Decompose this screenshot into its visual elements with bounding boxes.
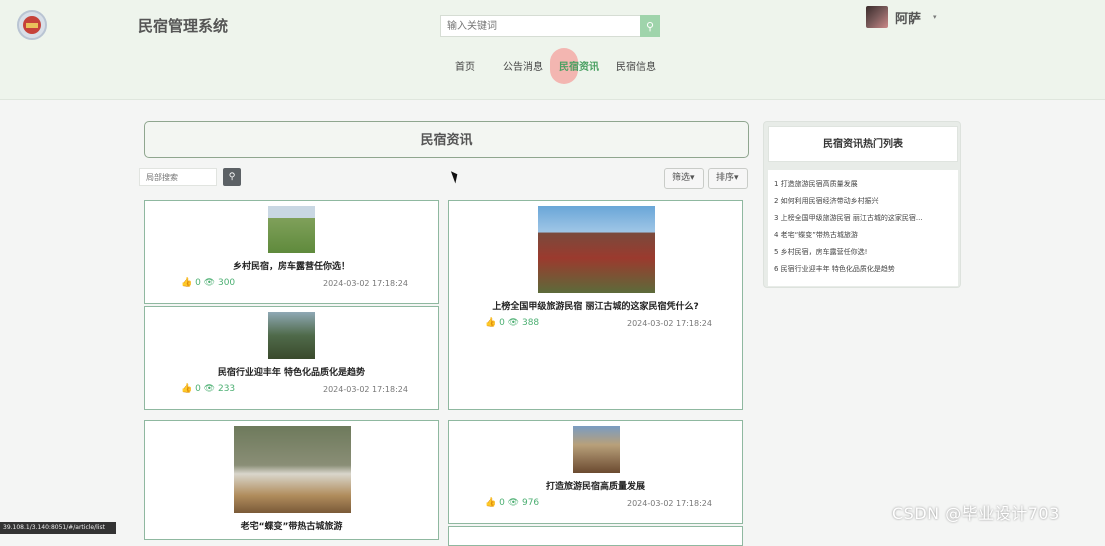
like-count: 0 [195, 384, 201, 394]
article-card[interactable]: 乡村民宿，房车露营任你选！ 👍 0 👁 300 2024-03-02 17:18… [144, 200, 439, 304]
status-bar-url: 39.108.1/3.140:8051/#/article/list [0, 522, 116, 534]
view-count: 233 [217, 384, 236, 394]
article-image[interactable] [538, 206, 655, 293]
page-title: 民宿资讯 [144, 121, 749, 158]
like-count: 0 [195, 278, 201, 288]
article-title[interactable]: 上榜全国甲级旅游民宿 丽江古城的这家民宿凭什么? [449, 299, 742, 312]
article-stats: 👍 0 👁 300 [181, 278, 236, 288]
hot-list-item[interactable]: 4 老宅“蝶变”带热古城旅游 [774, 230, 952, 240]
hot-list-panel: 民宿资讯热门列表 1 打造旅游民宿高质量发展 2 如何利用民宿经济带动乡村振兴 … [763, 121, 961, 288]
article-card[interactable]: 民宿行业迎丰年 特色化品质化是趋势 👍 0 👁 233 2024-03-02 1… [144, 306, 439, 410]
mouse-cursor-icon [450, 169, 461, 184]
article-image[interactable] [268, 206, 315, 253]
hot-list-title: 民宿资讯热门列表 [768, 126, 958, 162]
chevron-down-icon[interactable]: ▾ [933, 13, 937, 21]
article-date: 2024-03-02 17:18:24 [627, 499, 712, 508]
logo-icon[interactable] [17, 10, 47, 40]
search-button[interactable]: ⚲ [640, 15, 660, 37]
article-stats: 👍 0 👁 233 [181, 384, 236, 394]
like-count: 0 [499, 318, 505, 328]
article-stats: 👍 0 👁 388 [485, 318, 540, 328]
article-card[interactable]: 打造旅游民宿高质量发展 👍 0 👁 976 2024-03-02 17:18:2… [448, 420, 743, 524]
nav-item-home[interactable]: 首页 [455, 58, 475, 74]
article-date: 2024-03-02 17:18:24 [323, 385, 408, 394]
view-count: 300 [217, 278, 236, 288]
article-title[interactable]: 打造旅游民宿高质量发展 [449, 479, 742, 492]
search-icon: ⚲ [646, 19, 655, 33]
article-title[interactable]: 民宿行业迎丰年 特色化品质化是趋势 [145, 365, 438, 378]
article-title[interactable]: 老宅“蝶变”带热古城旅游 [145, 519, 438, 532]
local-search-input[interactable] [139, 168, 217, 186]
article-title[interactable]: 乡村民宿，房车露营任你选！ [145, 259, 438, 272]
nav-item-news[interactable]: 民宿资讯 [559, 58, 599, 74]
article-image[interactable] [234, 426, 351, 513]
like-count: 0 [499, 498, 505, 508]
article-stats: 👍 0 👁 976 [485, 498, 540, 508]
article-card[interactable]: 老宅“蝶变”带热古城旅游 [144, 420, 439, 540]
view-count: 388 [521, 318, 540, 328]
hot-list-item[interactable]: 2 如何利用民宿经济带动乡村振兴 [774, 196, 952, 206]
hot-list-item[interactable]: 1 打造旅游民宿高质量发展 [774, 179, 952, 189]
article-image[interactable] [573, 426, 620, 473]
article-card[interactable]: 上榜全国甲级旅游民宿 丽江古城的这家民宿凭什么? 👍 0 👁 388 2024-… [448, 200, 743, 410]
user-menu[interactable]: 阿萨 ▾ [866, 6, 937, 28]
article-image[interactable] [268, 312, 315, 359]
nav-item-notice[interactable]: 公告消息 [503, 58, 543, 74]
user-name[interactable]: 阿萨 [895, 8, 921, 27]
hot-list-item[interactable]: 5 乡村民宿，房车露营任你选! [774, 247, 952, 257]
watermark: CSDN @毕业设计703 [892, 504, 1060, 523]
site-title: 民宿管理系统 [138, 17, 229, 35]
header: 民宿管理系统 ⚲ 阿萨 ▾ 首页 公告消息 民宿资讯 民宿信息 [0, 0, 1105, 100]
article-date: 2024-03-02 17:18:24 [627, 319, 712, 328]
hot-list: 1 打造旅游民宿高质量发展 2 如何利用民宿经济带动乡村振兴 3 上榜全国甲级旅… [768, 170, 958, 286]
sort-dropdown[interactable]: 排序▾ [708, 168, 748, 189]
search-input[interactable] [440, 15, 641, 37]
hot-list-item[interactable]: 6 民宿行业迎丰年 特色化品质化是趋势 [774, 264, 952, 274]
search-icon: ⚲ [228, 172, 236, 182]
avatar[interactable] [866, 6, 888, 28]
filter-dropdown[interactable]: 筛选▾ [664, 168, 704, 189]
search-bar: ⚲ [440, 15, 660, 37]
nav-item-info[interactable]: 民宿信息 [616, 58, 656, 74]
view-count: 976 [521, 498, 540, 508]
local-search-button[interactable]: ⚲ [223, 168, 241, 186]
hot-list-item[interactable]: 3 上榜全国甲级旅游民宿 丽江古城的这家民宿... [774, 213, 952, 223]
article-date: 2024-03-02 17:18:24 [323, 279, 408, 288]
article-card[interactable] [448, 526, 743, 546]
